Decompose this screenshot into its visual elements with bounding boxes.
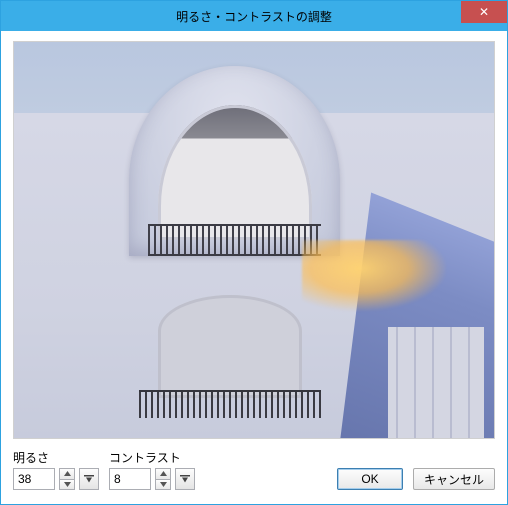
- chevron-down-icon: [160, 482, 167, 487]
- contrast-value: 8: [114, 472, 121, 486]
- contrast-spinner: [155, 468, 171, 490]
- client-area: 明るさ 38: [1, 31, 507, 504]
- cancel-button-label: キャンセル: [424, 471, 484, 488]
- chevron-down-icon: [64, 482, 71, 487]
- brightness-decrement-button[interactable]: [60, 479, 74, 490]
- brightness-increment-button[interactable]: [60, 469, 74, 479]
- contrast-reset-button[interactable]: [175, 468, 195, 490]
- dialog-window: 明るさ・コントラストの調整 ✕ 明るさ 38: [0, 0, 508, 505]
- contrast-field: コントラスト 8: [109, 449, 195, 490]
- reset-icon: [180, 475, 190, 483]
- contrast-increment-button[interactable]: [156, 469, 170, 479]
- brightness-value: 38: [18, 472, 31, 486]
- controls-row: 明るさ 38: [13, 449, 495, 490]
- reset-icon: [84, 475, 94, 483]
- brightness-reset-button[interactable]: [79, 468, 99, 490]
- image-preview: [13, 41, 495, 439]
- ok-button[interactable]: OK: [337, 468, 403, 490]
- ok-button-label: OK: [361, 472, 378, 486]
- contrast-decrement-button[interactable]: [156, 479, 170, 490]
- titlebar[interactable]: 明るさ・コントラストの調整 ✕: [1, 1, 507, 31]
- brightness-spinner: [59, 468, 75, 490]
- close-button[interactable]: ✕: [461, 1, 507, 23]
- chevron-up-icon: [64, 471, 71, 476]
- contrast-input[interactable]: 8: [109, 468, 151, 490]
- close-icon: ✕: [479, 5, 489, 19]
- window-title: 明るさ・コントラストの調整: [1, 8, 507, 25]
- brightness-field: 明るさ 38: [13, 449, 99, 490]
- brightness-input[interactable]: 38: [13, 468, 55, 490]
- cancel-button[interactable]: キャンセル: [413, 468, 495, 490]
- chevron-up-icon: [160, 471, 167, 476]
- brightness-label: 明るさ: [13, 449, 99, 466]
- contrast-label: コントラスト: [109, 449, 195, 466]
